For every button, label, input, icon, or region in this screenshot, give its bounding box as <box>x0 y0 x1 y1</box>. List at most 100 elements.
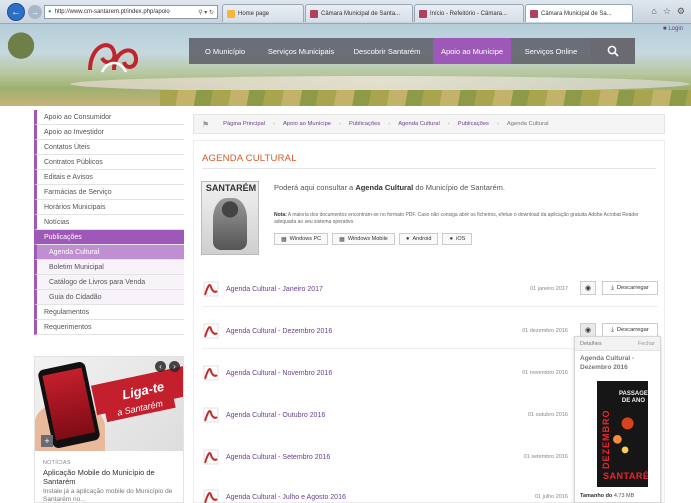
ios-button[interactable]: ● iOS <box>442 233 473 245</box>
tab-camara-active[interactable]: Câmara Municipal de Sa... <box>525 4 633 22</box>
site-header: ■ Login O Município Serviços Municipais … <box>0 24 691 106</box>
document-date: 01 novembro 2016 <box>522 370 568 376</box>
favicon-icon <box>530 9 538 18</box>
document-link[interactable]: Agenda Cultural - Setembro 2016 <box>226 454 330 461</box>
sidebar-item-apoio-investidor[interactable]: Apoio ao Investidor <box>34 125 184 140</box>
sidebar-item-noticias[interactable]: Notícias <box>34 215 184 230</box>
sidebar-menu: Apoio ao Consumidor Apoio ao Investidor … <box>34 110 184 335</box>
breadcrumb-separator: › <box>496 121 499 127</box>
download-icon: ⤓ <box>611 284 614 291</box>
breadcrumb-separator: › <box>273 121 276 127</box>
sidebar-item-guia-cidadao[interactable]: Guia do Cidadão <box>34 290 184 305</box>
menu-item-servicos-municipais[interactable]: Serviços Municipais <box>261 38 341 64</box>
details-size: Tamanho do 4.73 MB <box>580 493 635 499</box>
breadcrumb-item-publicacoes[interactable]: Publicações <box>349 121 380 127</box>
login-link[interactable]: ■ Login <box>663 26 683 32</box>
breadcrumb-item-pagina-principal[interactable]: Página Principal <box>223 121 265 127</box>
main-menu: O Município Serviços Municipais Descobri… <box>189 38 635 64</box>
home-icon[interactable]: ⚑ <box>202 120 209 129</box>
sidebar-item-regulamentos[interactable]: Regulamentos <box>34 305 184 320</box>
promo-category: NOTÍCIAS <box>43 460 71 466</box>
android-button[interactable]: ● Android <box>398 233 439 245</box>
breadcrumb-current: Agenda Cultural <box>506 121 549 127</box>
sidebar-item-requerimentos[interactable]: Requerimentos <box>34 320 184 335</box>
menu-item-descobrir-santarem[interactable]: Descobrir Santarém <box>341 38 433 64</box>
breadcrumb-item-apoio-municipe[interactable]: Apoio ao Munícipe <box>283 121 331 127</box>
document-link[interactable]: Agenda Cultural - Novembro 2016 <box>226 370 332 377</box>
pdf-icon <box>203 323 219 339</box>
pdf-icon <box>203 489 219 503</box>
search-refresh-icons[interactable]: ⚲ ▾ ↻ <box>198 9 214 16</box>
arrow-left-icon: ← <box>11 6 21 18</box>
sidebar-item-editais-avisos[interactable]: Editais e Avisos <box>34 170 184 185</box>
title-divider <box>202 168 656 169</box>
sidebar-item-contatos-uteis[interactable]: Contatos Úteis <box>34 140 184 155</box>
document-link[interactable]: Agenda Cultural - Dezembro 2016 <box>226 328 332 335</box>
document-link[interactable]: Agenda Cultural - Outubro 2016 <box>226 412 325 419</box>
sidebar-item-boletim-municipal[interactable]: Boletim Municipal <box>34 260 184 275</box>
tab-label: Câmara Municipal de Sa... <box>541 10 612 17</box>
tab-label: Home page <box>238 10 270 17</box>
sidebar-item-publicacoes[interactable]: Publicações <box>34 230 184 245</box>
tab-label: Início - Refeitório - Câmara... <box>430 10 508 17</box>
windows-icon: ▦ <box>281 236 287 243</box>
tab-home-page[interactable]: Home page <box>222 4 304 22</box>
favicon-icon <box>310 9 318 18</box>
sidebar-item-horarios[interactable]: Horários Municipais <box>34 200 184 215</box>
details-button[interactable]: ◉ <box>580 281 596 295</box>
menu-item-servicos-online[interactable]: Serviços Online <box>511 38 591 64</box>
search-button[interactable] <box>591 38 635 64</box>
address-bar[interactable]: ● http://www.cm-santarem.pt/index.php/ap… <box>44 5 218 19</box>
promo-title[interactable]: Aplicação Mobile do Município de Santaré… <box>43 468 179 486</box>
windows-pc-button[interactable]: ▦ Windows PC <box>274 233 329 245</box>
chevron-right-icon: › <box>173 362 176 371</box>
sidebar-item-catalogo-livros[interactable]: Catálogo de Livros para Venda <box>34 275 184 290</box>
tab-camara-1[interactable]: Câmara Municipal de Santa... <box>305 4 413 22</box>
breadcrumb-item-agenda-cultural[interactable]: Agenda Cultural <box>398 121 440 127</box>
plus-icon: + <box>44 436 50 446</box>
pdf-icon <box>203 281 219 297</box>
login-label: Login <box>668 26 683 32</box>
menu-item-apoio-municipe[interactable]: Apoio ao Munícipe <box>433 38 511 64</box>
site-icon: ● <box>48 9 52 15</box>
sidebar-item-apoio-consumidor[interactable]: Apoio ao Consumidor <box>34 110 184 125</box>
home-icon[interactable]: ⌂ <box>651 6 656 17</box>
promo-text: Instale já a aplicação mobile do Municíp… <box>43 488 173 503</box>
carousel-prev-button[interactable]: ‹ <box>155 361 166 372</box>
breadcrumb-separator: › <box>339 121 341 127</box>
cover-month-text: DEZEMBRO <box>601 409 611 470</box>
document-link[interactable]: Agenda Cultural - Janeiro 2017 <box>226 286 323 293</box>
document-link[interactable]: Agenda Cultural - Julho e Agosto 2016 <box>226 494 346 501</box>
windows-mobile-button[interactable]: ▦ Windows Mobile <box>332 233 395 245</box>
document-date: 01 dezembro 2016 <box>522 328 568 334</box>
gear-icon[interactable]: ⚙ <box>677 6 685 17</box>
promo-image: Liga-te a Santarém ‹ › + <box>35 357 183 451</box>
plus-button[interactable]: + <box>41 435 53 447</box>
document-date: 01 julho 2016 <box>534 494 568 500</box>
eye-icon: ◉ <box>584 327 592 334</box>
forward-button[interactable]: → <box>28 5 42 19</box>
menu-item-municipio[interactable]: O Município <box>189 38 261 64</box>
document-date: 01 janeiro 2017 <box>530 286 568 292</box>
download-button[interactable]: ⤓ Descarregar <box>602 323 658 337</box>
details-close-button[interactable]: Fechar <box>638 341 655 347</box>
eye-icon: ◉ <box>584 285 592 292</box>
breadcrumb-separator: › <box>388 121 391 127</box>
app-promo-card[interactable]: Liga-te a Santarém ‹ › + NOTÍCIAS Aplica… <box>34 356 184 503</box>
sidebar-item-farmacias[interactable]: Farmácias de Serviço <box>34 185 184 200</box>
back-button[interactable]: ← <box>7 3 25 21</box>
sidebar-item-agenda-cultural[interactable]: Agenda Cultural <box>34 245 184 260</box>
details-button[interactable]: ◉ <box>580 323 596 337</box>
download-button[interactable]: ⤓ Descarregar <box>602 281 658 295</box>
carousel-next-button[interactable]: › <box>169 361 180 372</box>
windows-icon: ▦ <box>339 236 345 243</box>
cover-brand-text: SANTARÉM <box>603 471 648 481</box>
site-logo[interactable] <box>84 32 144 76</box>
details-title: Agenda Cultural - Dezembro 2016 <box>580 355 635 371</box>
tab-refeitorio[interactable]: Início - Refeitório - Câmara... <box>414 4 524 22</box>
arrow-right-icon: → <box>31 7 39 17</box>
sidebar-item-contratos-publicos[interactable]: Contratos Públicos <box>34 155 184 170</box>
cover-event-text: PASSAGEM DE ANO <box>619 391 648 404</box>
star-icon[interactable]: ☆ <box>663 6 671 17</box>
breadcrumb-item-publicacoes-2[interactable]: Publicações <box>458 121 489 127</box>
